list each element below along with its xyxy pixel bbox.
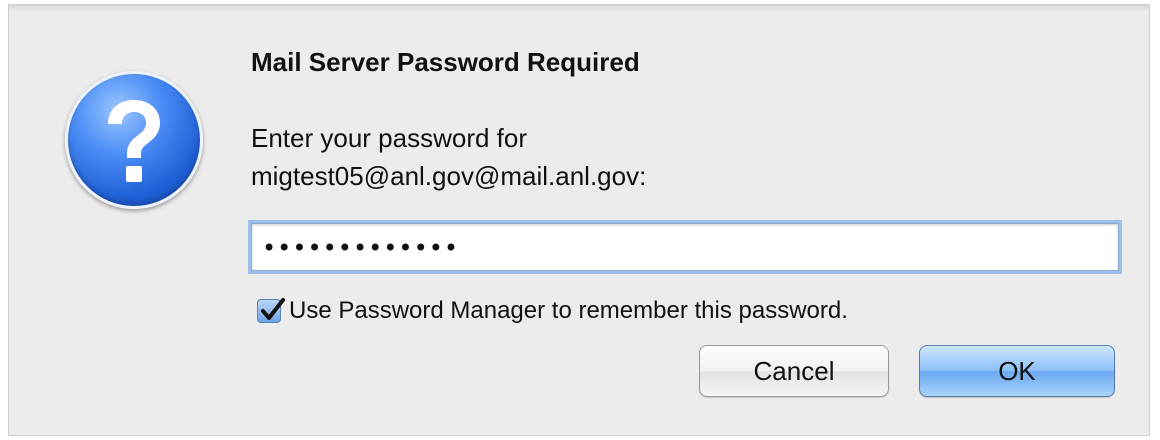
checkmark-icon [261, 298, 285, 320]
message-line-2: migtest05@anl.gov@mail.anl.gov: [251, 161, 647, 191]
dialog-title: Mail Server Password Required [251, 47, 640, 77]
message-line-1: Enter your password for [251, 123, 528, 153]
dialog-message: Enter your password for migtest05@anl.go… [251, 119, 646, 195]
question-icon [65, 71, 203, 209]
password-dialog: Mail Server Password Required Enter your… [8, 4, 1150, 436]
question-mark-glyph [108, 100, 160, 182]
password-input[interactable]: ••••••••••••• [251, 223, 1119, 271]
remember-password-option[interactable]: Use Password Manager to remember this pa… [257, 293, 848, 329]
cancel-button[interactable]: Cancel [699, 345, 889, 397]
remember-password-checkbox[interactable] [257, 298, 285, 323]
remember-password-label: Use Password Manager to remember this pa… [289, 297, 848, 324]
dialog-top-shadow [9, 5, 1149, 11]
ok-button[interactable]: OK [919, 345, 1115, 397]
